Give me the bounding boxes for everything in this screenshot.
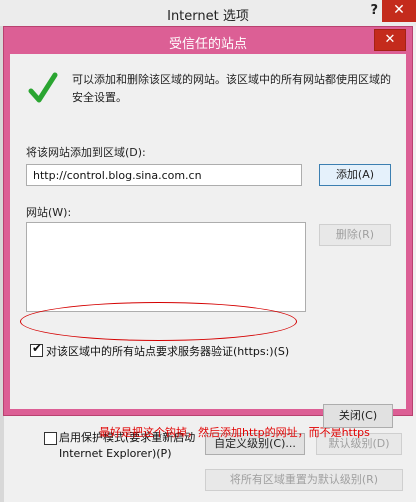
protected-mode-label-line2: Internet Explorer)(P): [59, 447, 172, 460]
dialog-title: 受信任的站点: [168, 37, 247, 52]
add-button[interactable]: 添加(A): [319, 164, 391, 186]
dialog-close-icon[interactable]: ✕: [374, 29, 406, 51]
add-site-label: 将该网站添加到区域(D):: [26, 146, 146, 159]
help-icon[interactable]: ?: [370, 3, 378, 18]
https-checkbox[interactable]: ✔: [30, 341, 43, 357]
reset-all-zones-button[interactable]: 将所有区域重置为默认级别(R): [205, 469, 403, 491]
dialog-titlebar[interactable]: 受信任的站点 ✕: [4, 27, 412, 53]
parent-titlebar: Internet 选项 ? ✕: [0, 0, 416, 26]
remove-button[interactable]: 删除(R): [319, 224, 391, 246]
close-button[interactable]: 关闭(C): [323, 404, 393, 428]
checkmark-icon: [28, 72, 58, 103]
websites-label: 网站(W):: [26, 206, 72, 219]
dialog-body: 可以添加和删除该区域的网站。该区域中的所有网站都使用区域的安全设置。 将该网站添…: [10, 54, 406, 439]
protected-mode-checkbox[interactable]: [44, 432, 57, 445]
parent-close-icon[interactable]: ✕: [382, 0, 416, 22]
trusted-sites-dialog: 受信任的站点 ✕ 可以添加和删除该区域的网站。该区域中的所有网站都使用区域的安全…: [4, 27, 412, 439]
annotation-ellipse: [20, 302, 297, 341]
site-url-input[interactable]: [26, 164, 302, 186]
https-label: 对该区域中的所有站点要求服务器验证(https:)(S): [46, 345, 290, 358]
websites-list[interactable]: [26, 222, 306, 312]
info-text: 可以添加和删除该区域的网站。该区域中的所有网站都使用区域的安全设置。: [72, 73, 391, 104]
parent-title: Internet 选项: [167, 9, 249, 24]
checkbox-check-icon: ✔: [32, 341, 43, 355]
